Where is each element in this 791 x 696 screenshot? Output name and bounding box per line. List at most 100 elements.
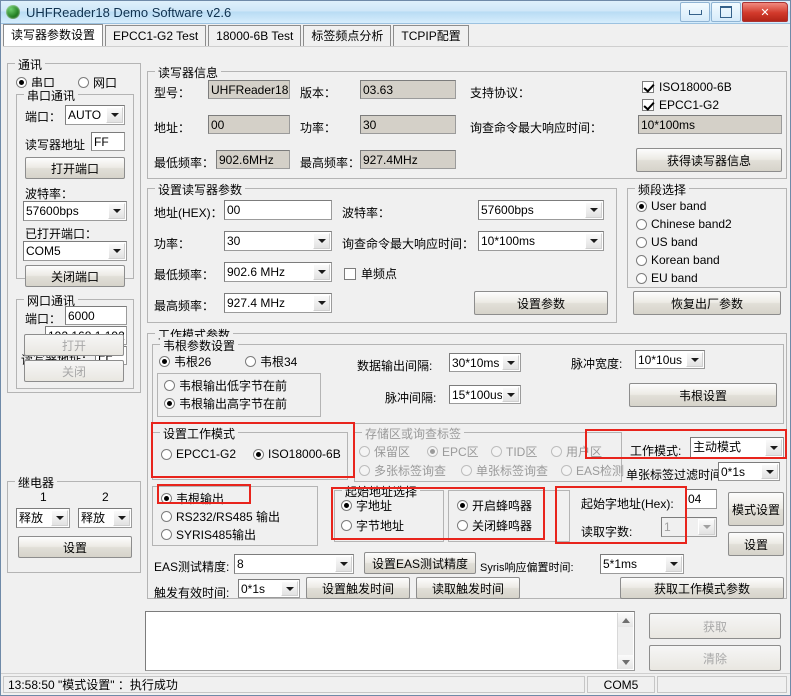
radio-eu-band[interactable]: EU band [636,271,698,285]
mode-set-button[interactable]: 模式设置 [728,492,784,526]
pulse-width-combo[interactable]: 10*10us [635,350,705,369]
set-minfreq-combo[interactable]: 902.6 MHz [224,262,332,282]
tab-epcc1-g2-test[interactable]: EPCC1-G2 Test [105,25,207,46]
radio-mode-epcc1-g2[interactable]: EPCC1-G2 [161,447,236,461]
baud-rate-combo[interactable]: 57600bps [23,201,127,221]
work-mode-combo[interactable]: 主动模式 [690,437,784,458]
work-mode-set-button[interactable]: 设置 [728,532,784,556]
radio-high-byte-first[interactable]: 韦根输出高字节在前 [164,395,287,412]
scroll-up-icon[interactable] [618,613,633,627]
net-close-button[interactable]: 关闭 [24,360,124,382]
log-clear-button[interactable]: 清除 [649,645,781,671]
chevron-down-icon[interactable] [585,233,602,249]
single-tag-filter-combo[interactable]: 0*1s [718,462,780,481]
radio-multi-tag-query[interactable]: 多张标签询查 [359,462,446,479]
data-output-interval-combo[interactable]: 30*10ms [449,353,521,372]
tab-tag-frequency-analysis[interactable]: 标签频点分析 [303,25,392,46]
tab-tcpip-config[interactable]: TCPIP配置 [393,25,469,46]
radio-buzzer-on[interactable]: 开启蜂鸣器 [457,497,532,514]
set-maxfreq-combo[interactable]: 927.4 MHz [224,293,332,313]
log-scrollbar[interactable] [617,613,633,669]
trigger-valid-time-combo[interactable]: 0*1s [238,579,300,598]
radio-wiegand-26[interactable]: 韦根26 [159,353,211,370]
radio-chinese-band2[interactable]: Chinese band2 [636,217,732,231]
chevron-down-icon[interactable] [313,233,330,249]
read-trigger-time-button[interactable]: 读取触发时间 [416,577,520,599]
radio-tid-area[interactable]: TID区 [491,443,537,460]
serial-reader-addr-input[interactable]: FF [91,132,125,151]
radio-wiegand-34[interactable]: 韦根34 [245,353,297,370]
opened-port-combo[interactable]: COM5 [23,241,127,261]
restore-factory-button[interactable]: 恢复出厂参数 [633,291,781,315]
radio-word-address[interactable]: 字地址 [341,497,392,514]
log-get-button[interactable]: 获取 [649,613,781,639]
chevron-down-icon[interactable] [108,243,125,259]
close-button[interactable]: ✕ [742,2,788,22]
maximize-button[interactable] [711,2,741,22]
syris-offset-combo[interactable]: 5*1ms [600,554,684,574]
chevron-down-icon[interactable] [281,581,298,596]
get-work-mode-params-button[interactable]: 获取工作模式参数 [620,577,784,599]
chevron-down-icon[interactable] [108,203,125,219]
radio-epc-area[interactable]: EPC区 [427,443,479,460]
radio-net-mode[interactable]: 网口 [78,74,117,91]
net-open-button[interactable]: 打开 [24,334,124,356]
radio-user-area[interactable]: 用户区 [551,443,602,460]
log-textarea[interactable] [145,611,635,671]
radio-low-byte-first[interactable]: 韦根输出低字节在前 [164,377,287,394]
set-baud-combo[interactable]: 57600bps [478,200,604,220]
radio-reserved-area[interactable]: 保留区 [359,443,410,460]
close-port-button[interactable]: 关闭端口 [25,265,125,287]
scroll-down-icon[interactable] [618,655,633,669]
chevron-down-icon[interactable] [113,510,130,526]
chevron-down-icon[interactable] [313,295,330,311]
tab-reader-params[interactable]: 读写器参数设置 [3,24,104,46]
set-maxresp-combo[interactable]: 10*100ms [478,231,604,251]
word-count-combo[interactable]: 1 [661,517,717,537]
radio-rs232-output[interactable]: RS232/RS485 输出 [161,508,280,525]
chevron-down-icon[interactable] [313,264,330,280]
radio-mode-iso18000-6b[interactable]: ISO18000-6B [253,447,341,461]
relay-2-combo[interactable]: 释放 [78,508,132,528]
chevron-down-icon[interactable] [665,556,682,572]
serial-port-combo[interactable]: AUTO [65,105,125,125]
set-trigger-time-button[interactable]: 设置触发时间 [306,577,410,599]
chevron-down-icon[interactable] [761,464,778,479]
relay-set-button[interactable]: 设置 [18,536,132,558]
start-word-address-input[interactable]: 04 [685,489,717,509]
radio-us-band[interactable]: US band [636,235,698,249]
set-eas-accuracy-button[interactable]: 设置EAS测试精度 [364,552,476,574]
radio-wiegand-output[interactable]: 韦根输出 [161,490,224,507]
chevron-down-icon[interactable] [51,510,68,526]
radio-single-tag-query[interactable]: 单张标签询查 [461,462,548,479]
wiegand-set-button[interactable]: 韦根设置 [629,383,777,407]
chevron-down-icon[interactable] [686,352,703,367]
radio-syris485-output[interactable]: SYRIS485输出 [161,526,256,543]
checkbox-single-freq[interactable]: 单频点 [344,265,397,282]
radio-byte-address[interactable]: 字节地址 [341,517,404,534]
pulse-interval-combo[interactable]: 15*100us [449,385,521,404]
checkbox-iso18000-6b[interactable]: ISO18000-6B [642,80,732,94]
chevron-down-icon[interactable] [585,202,602,218]
open-port-button[interactable]: 打开端口 [25,157,125,179]
tab-18000-6b-test[interactable]: 18000-6B Test [208,25,302,46]
radio-korean-band[interactable]: Korean band [636,253,720,267]
chevron-down-icon[interactable] [502,355,519,370]
eas-accuracy-combo[interactable]: 8 [234,554,354,574]
chevron-down-icon[interactable] [502,387,519,402]
radio-user-band[interactable]: User band [636,199,706,213]
set-addr-input[interactable]: 00 [224,200,332,220]
minimize-button[interactable] [680,2,710,22]
chevron-down-icon[interactable] [698,519,715,535]
chevron-down-icon[interactable] [106,107,123,123]
checkbox-epcc1-g2[interactable]: EPCC1-G2 [642,98,719,112]
net-port-input[interactable]: 6000 [65,306,127,325]
relay-1-combo[interactable]: 释放 [16,508,70,528]
chevron-down-icon[interactable] [765,439,782,456]
radio-eas-detect[interactable]: EAS检测 [561,462,624,479]
set-power-combo[interactable]: 30 [224,231,332,251]
chevron-down-icon[interactable] [335,556,352,572]
set-params-button[interactable]: 设置参数 [474,291,608,315]
get-reader-info-button[interactable]: 获得读写器信息 [636,148,782,172]
radio-buzzer-off[interactable]: 关闭蜂鸣器 [457,517,532,534]
